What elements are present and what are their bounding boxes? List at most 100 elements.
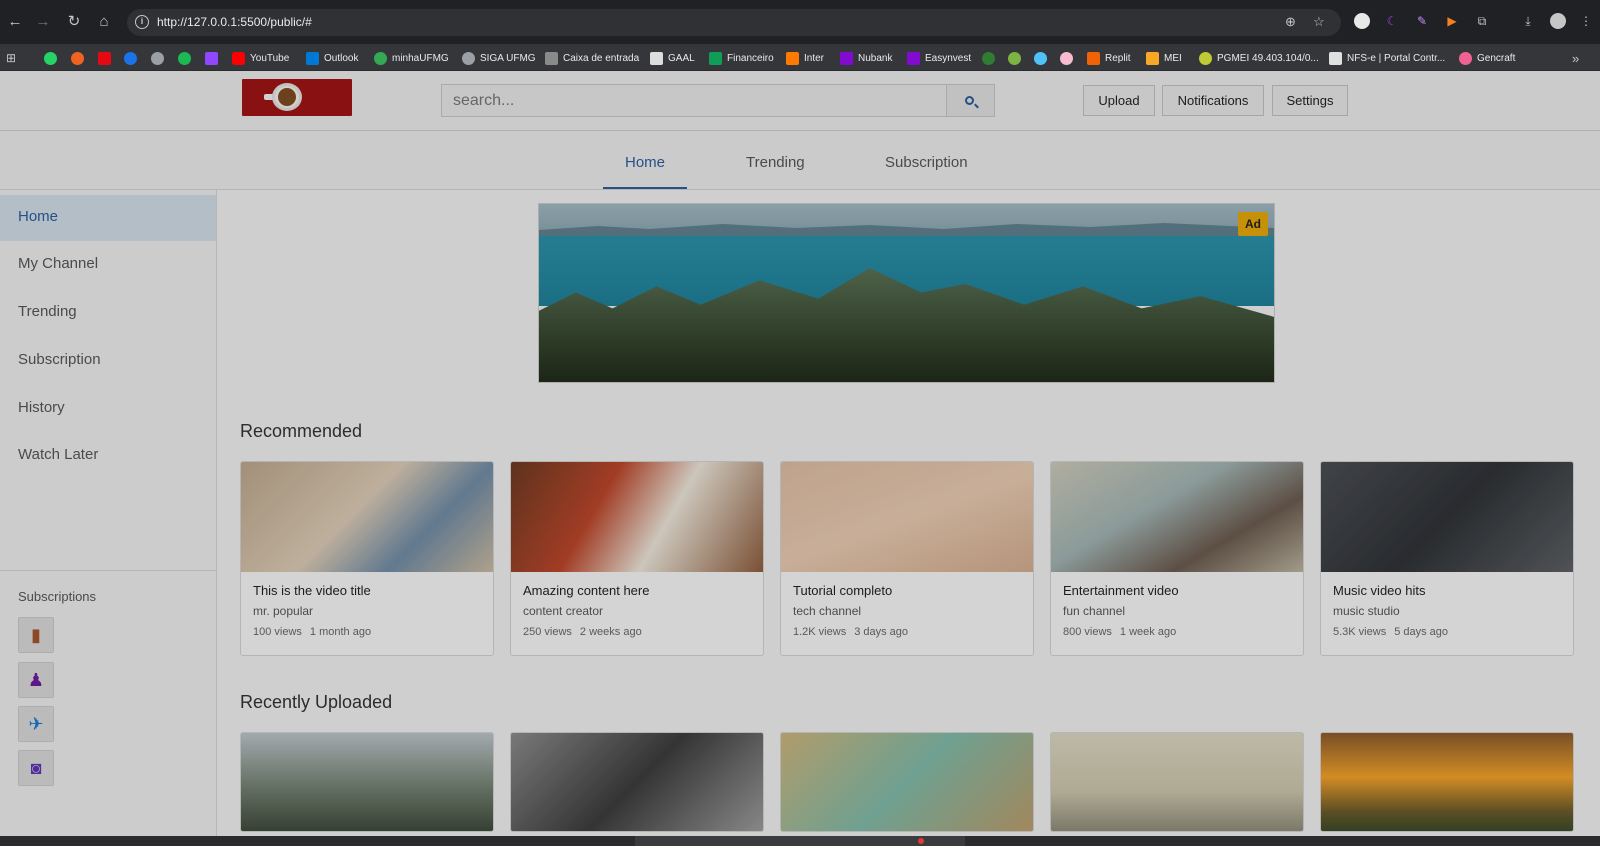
video-age: 3 days ago — [854, 626, 909, 638]
bookmark-gencraft[interactable]: Gencraft — [1459, 50, 1515, 66]
video-thumbnail[interactable] — [510, 732, 764, 832]
video-thumbnail[interactable] — [241, 462, 493, 572]
forward-icon[interactable]: → — [33, 12, 53, 32]
video-card[interactable]: Music video hits music studio 5.3K views… — [1320, 461, 1574, 656]
bookmark-pgmei[interactable]: PGMEI 49.403.104/0... — [1199, 50, 1319, 66]
video-title[interactable]: Music video hits — [1333, 583, 1425, 598]
zoom-icon[interactable]: ⊕ — [1285, 14, 1296, 30]
puzzle-icon[interactable]: ⧉ — [1474, 13, 1490, 29]
home-icon[interactable]: ⌂ — [94, 12, 114, 32]
bookmark-nfse[interactable]: NFS-e | Portal Contr... — [1329, 50, 1445, 66]
video-channel[interactable]: music studio — [1333, 604, 1400, 618]
top-tabs: Home Trending Subscription — [0, 131, 1600, 190]
video-thumbnail[interactable] — [511, 462, 763, 572]
video-thumbnail[interactable] — [780, 732, 1034, 832]
video-title[interactable]: Entertainment video — [1063, 583, 1179, 598]
sidebar-item-my-channel[interactable]: My Channel — [0, 242, 216, 288]
apps-icon[interactable]: ⊞ — [6, 50, 16, 66]
tab-home[interactable]: Home — [625, 154, 665, 171]
bookmark-icon-blue[interactable] — [124, 50, 137, 66]
face-icon[interactable] — [1060, 50, 1073, 66]
video-card[interactable]: This is the video title mr. popular 100 … — [240, 461, 494, 656]
bookmark-financeiro[interactable]: Financeiro — [709, 50, 774, 66]
video-title[interactable]: This is the video title — [253, 583, 371, 598]
more-bookmarks-icon[interactable]: » — [1572, 50, 1579, 66]
video-title[interactable]: Tutorial completo — [793, 583, 892, 598]
figure-icon[interactable] — [1008, 50, 1021, 66]
settings-button[interactable]: Settings — [1272, 85, 1348, 116]
netflix-icon[interactable] — [98, 50, 111, 66]
bookmark-icon-orange[interactable] — [71, 50, 84, 66]
twitch-icon[interactable] — [205, 50, 218, 66]
bookmark-star-icon[interactable]: ☆ — [1313, 14, 1325, 30]
video-age: 2 weeks ago — [579, 626, 642, 638]
search-button[interactable] — [946, 84, 995, 117]
outlook-icon — [306, 51, 319, 65]
search-input[interactable] — [441, 84, 947, 117]
video-thumbnail[interactable] — [1050, 732, 1304, 832]
video-thumbnail[interactable] — [240, 732, 494, 832]
bookmark-siga-ufmg[interactable]: SIGA UFMG — [462, 50, 536, 66]
airplane-icon[interactable]: ✈ — [18, 706, 54, 742]
video-channel[interactable]: content creator — [523, 604, 603, 618]
taskbar-indicator — [918, 838, 924, 844]
sidebar-item-history[interactable]: History — [0, 386, 216, 432]
menu-icon[interactable]: ⋮ — [1578, 13, 1594, 29]
taskbar — [0, 836, 1600, 846]
notifications-button[interactable]: Notifications — [1162, 85, 1264, 116]
video-thumbnail[interactable] — [1321, 462, 1573, 572]
video-channel[interactable]: fun channel — [1063, 604, 1125, 618]
tab-trending[interactable]: Trending — [746, 154, 805, 171]
sidebar-item-subscription[interactable]: Subscription — [0, 338, 216, 384]
extension-icon[interactable] — [1354, 13, 1370, 29]
play-extension-icon[interactable]: ▶ — [1444, 13, 1460, 29]
bookmark-caixa-de-entrada[interactable]: Caixa de entrada — [545, 50, 639, 66]
leaf-icon[interactable] — [982, 50, 995, 66]
back-icon[interactable]: ← — [5, 12, 25, 32]
url-text[interactable]: http://127.0.0.1:5500/public/# — [157, 15, 312, 29]
video-age: 1 week ago — [1119, 626, 1177, 638]
sidebar-item-watch-later[interactable]: Watch Later — [0, 433, 216, 479]
site-logo[interactable] — [242, 79, 352, 116]
spotify-icon[interactable] — [178, 50, 191, 66]
video-card[interactable]: Amazing content here content creator 250… — [510, 461, 764, 656]
feather-extension-icon[interactable]: ✎ — [1414, 13, 1430, 29]
bookmark-youtube[interactable]: YouTube — [232, 50, 289, 66]
bookmark-gaal[interactable]: GAAL — [650, 50, 695, 66]
sidebar-item-home[interactable]: Home — [0, 195, 216, 241]
video-thumbnail[interactable] — [1051, 462, 1303, 572]
bookmark-inter[interactable]: Inter — [786, 50, 824, 66]
site-info-icon[interactable]: i — [135, 15, 149, 29]
bookmark-outlook[interactable]: Outlook — [306, 50, 358, 66]
video-channel[interactable]: mr. popular — [253, 604, 313, 618]
reload-icon[interactable]: ↻ — [64, 12, 84, 32]
video-channel[interactable]: tech channel — [793, 604, 861, 618]
ad-banner[interactable]: Ad — [538, 203, 1275, 383]
video-views: 5.3K views — [1333, 626, 1387, 638]
upload-button[interactable]: Upload — [1083, 85, 1155, 116]
address-bar[interactable]: i http://127.0.0.1:5500/public/# ⊕ ☆ — [127, 9, 1341, 36]
tab-subscription[interactable]: Subscription — [885, 154, 968, 171]
whatsapp-icon[interactable] — [44, 50, 57, 66]
bookmark-minhaufmg[interactable]: minhaUFMG — [374, 50, 449, 66]
sidebar-item-trending[interactable]: Trending — [0, 290, 216, 336]
moon-extension-icon[interactable]: ☾ — [1384, 13, 1400, 29]
video-card[interactable]: Tutorial completo tech channel 1.2K view… — [780, 461, 1034, 656]
ad-badge: Ad — [1238, 212, 1268, 236]
bookmark-mei[interactable]: MEI — [1146, 50, 1182, 66]
door-icon[interactable]: ▮ — [18, 617, 54, 653]
download-icon[interactable]: ⤓ — [1520, 13, 1536, 29]
globe-icon[interactable] — [151, 50, 164, 66]
bookmark-nubank[interactable]: Nubank — [840, 50, 892, 66]
video-thumbnail[interactable] — [781, 462, 1033, 572]
bookmark-replit[interactable]: Replit — [1087, 50, 1131, 66]
profile-avatar[interactable] — [1550, 13, 1566, 29]
gamepad-icon[interactable]: ◙ — [18, 750, 54, 786]
bookmark-easynvest[interactable]: Easynvest — [907, 50, 971, 66]
video-card[interactable]: Entertainment video fun channel 800 view… — [1050, 461, 1304, 656]
video-title[interactable]: Amazing content here — [523, 583, 649, 598]
video-thumbnail[interactable] — [1320, 732, 1574, 832]
bird-icon[interactable] — [1034, 50, 1047, 66]
joystick-icon[interactable]: ♟ — [18, 662, 54, 698]
web-page: Upload Notifications Settings Home Trend… — [0, 71, 1600, 836]
